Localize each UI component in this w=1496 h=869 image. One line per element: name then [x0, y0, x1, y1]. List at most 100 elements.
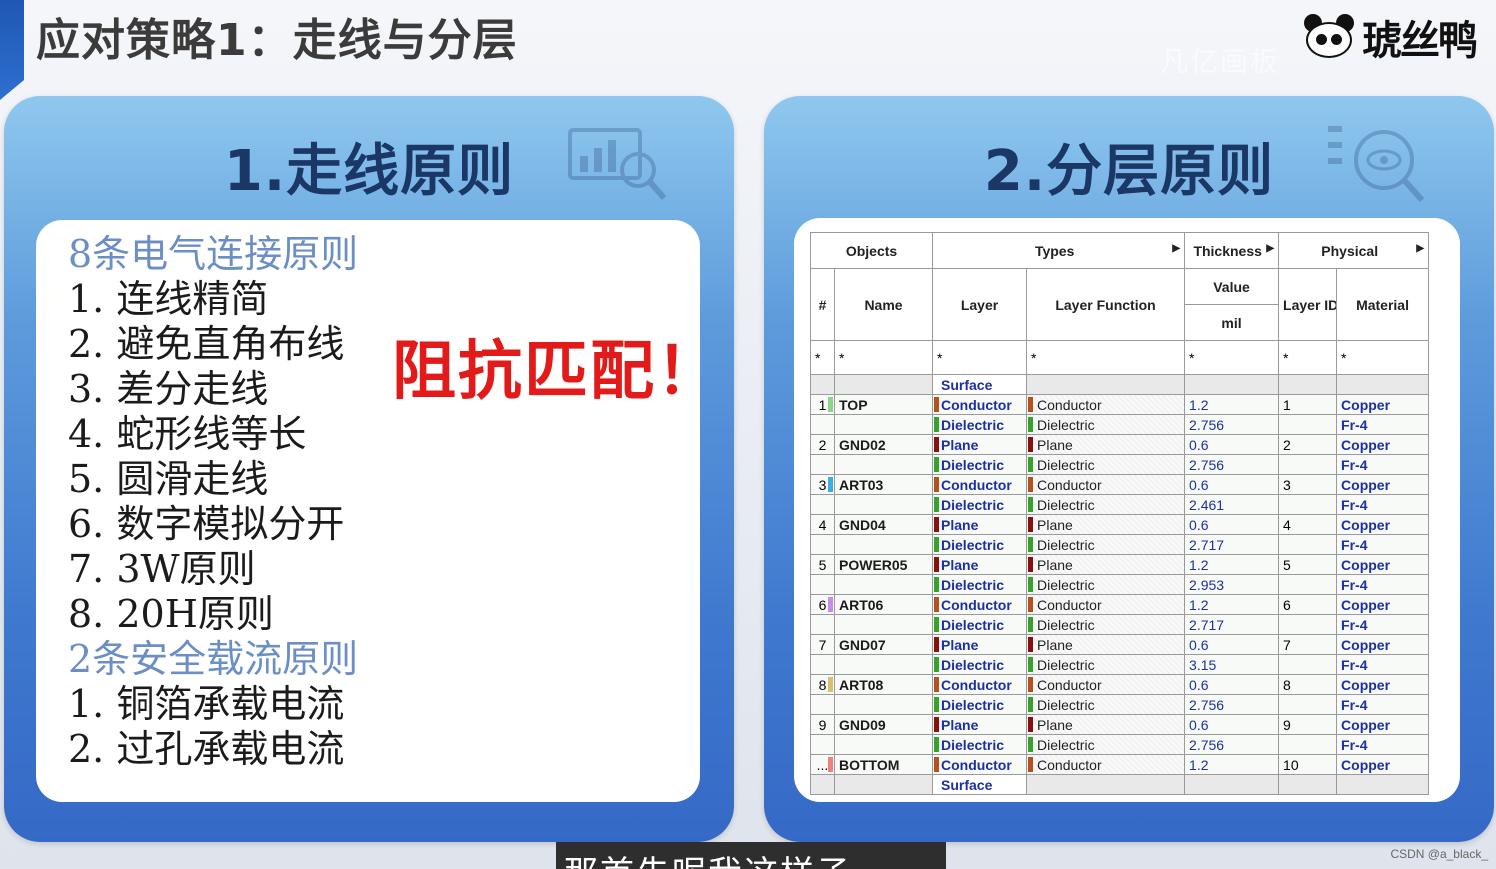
material[interactable]: Copper	[1336, 594, 1430, 615]
layer-type[interactable]: Conductor	[932, 674, 1028, 695]
thickness-value[interactable]: 1.2	[1184, 554, 1280, 575]
material[interactable]: Copper	[1336, 674, 1430, 695]
stackup-layer-row[interactable]: 1 TOP Conductor Conductor 1.2 1 Copper	[810, 394, 1430, 415]
layer-name[interactable]	[833, 574, 934, 595]
layer-name[interactable]: BOTTOM	[833, 754, 934, 775]
stackup-dielectric-row[interactable]: Dielectric Dielectric 2.756 Fr-4	[810, 454, 1430, 475]
layer-type[interactable]: Dielectric	[932, 494, 1028, 515]
stackup-dielectric-row[interactable]: Dielectric Dielectric 2.717 Fr-4	[810, 534, 1430, 555]
thickness-value[interactable]: 0.6	[1184, 674, 1280, 695]
col-header-num[interactable]: #	[810, 268, 835, 341]
layer-function[interactable]: Conductor	[1026, 754, 1186, 775]
layer-function[interactable]: Dielectric	[1026, 734, 1186, 755]
stackup-layer-row[interactable]: 6 ART06 Conductor Conductor 1.2 6 Copper	[810, 594, 1430, 615]
thickness-value[interactable]: 2.756	[1184, 694, 1280, 715]
layer-id[interactable]: 3	[1278, 474, 1338, 495]
layer-id[interactable]	[1278, 654, 1338, 675]
stackup-dielectric-row[interactable]: Dielectric Dielectric 2.461 Fr-4	[810, 494, 1430, 515]
filter-cell[interactable]: *	[833, 340, 934, 375]
layer-id[interactable]: 1	[1278, 394, 1338, 415]
material[interactable]: Fr-4	[1336, 574, 1430, 595]
layer-function[interactable]: Conductor	[1026, 674, 1186, 695]
layer-id[interactable]	[1278, 454, 1338, 475]
layer-function[interactable]: Dielectric	[1026, 414, 1186, 435]
row-number[interactable]	[810, 494, 835, 515]
stackup-dielectric-row[interactable]: Dielectric Dielectric 2.717 Fr-4	[810, 614, 1430, 635]
layer-name[interactable]: POWER05	[833, 554, 934, 575]
col-header-material[interactable]: Material	[1336, 268, 1430, 341]
row-number[interactable]	[810, 414, 835, 435]
col-header-layer-id[interactable]: Layer ID	[1278, 268, 1338, 341]
layer-function[interactable]: Conductor	[1026, 474, 1186, 495]
layer-type[interactable]: Conductor	[932, 394, 1028, 415]
material[interactable]: Copper	[1336, 634, 1430, 655]
layer-name[interactable]	[833, 614, 934, 635]
layer-function[interactable]: Plane	[1026, 634, 1186, 655]
row-number[interactable]	[810, 654, 835, 675]
group-header-physical[interactable]: Physical ▶	[1278, 232, 1430, 269]
layer-id[interactable]	[1278, 614, 1338, 635]
thickness-value[interactable]: 2.756	[1184, 454, 1280, 475]
layer-type[interactable]: Plane	[932, 434, 1028, 455]
layer-name[interactable]: GND09	[833, 714, 934, 735]
thickness-value[interactable]: 2.717	[1184, 614, 1280, 635]
layer-name[interactable]: GND02	[833, 434, 934, 455]
row-number[interactable]	[810, 574, 835, 595]
row-number[interactable]	[810, 454, 835, 475]
col-header-layer[interactable]: Layer	[932, 268, 1028, 341]
layer-name[interactable]: ART06	[833, 594, 934, 615]
layer-function[interactable]: Plane	[1026, 714, 1186, 735]
layer-type[interactable]: Plane	[932, 714, 1028, 735]
layer-id[interactable]: 8	[1278, 674, 1338, 695]
layer-name[interactable]	[833, 414, 934, 435]
layer-name[interactable]: ART08	[833, 674, 934, 695]
stackup-layer-row[interactable]: 4 GND04 Plane Plane 0.6 4 Copper	[810, 514, 1430, 535]
layer-function[interactable]: Conductor	[1026, 394, 1186, 415]
layer-type[interactable]: Dielectric	[932, 734, 1028, 755]
layer-name[interactable]	[833, 454, 934, 475]
expand-arrow-icon[interactable]: ▶	[1172, 243, 1180, 254]
layer-function[interactable]: Dielectric	[1026, 654, 1186, 675]
filter-cell[interactable]: *	[1184, 340, 1280, 375]
layer-id[interactable]: 5	[1278, 554, 1338, 575]
thickness-value[interactable]: 3.15	[1184, 654, 1280, 675]
material[interactable]: Copper	[1336, 434, 1430, 455]
layer-function[interactable]: Dielectric	[1026, 534, 1186, 555]
row-number[interactable]	[810, 534, 835, 555]
layer-id[interactable]: 9	[1278, 714, 1338, 735]
material[interactable]: Fr-4	[1336, 614, 1430, 635]
layer-type[interactable]: Dielectric	[932, 454, 1028, 475]
layer-name[interactable]: TOP	[833, 394, 934, 415]
stackup-layer-row[interactable]: 7 GND07 Plane Plane 0.6 7 Copper	[810, 634, 1430, 655]
layer-function[interactable]: Dielectric	[1026, 574, 1186, 595]
layer-function[interactable]: Dielectric	[1026, 494, 1186, 515]
layer-type[interactable]: Conductor	[932, 594, 1028, 615]
layer-type[interactable]: Conductor	[932, 754, 1028, 775]
material[interactable]: Copper	[1336, 474, 1430, 495]
thickness-value[interactable]: 0.6	[1184, 714, 1280, 735]
row-number[interactable]: 8	[810, 674, 835, 695]
material[interactable]: Copper	[1336, 554, 1430, 575]
row-number[interactable]	[810, 734, 835, 755]
thickness-value[interactable]: 0.6	[1184, 474, 1280, 495]
layer-type[interactable]: Conductor	[932, 474, 1028, 495]
stackup-dielectric-row[interactable]: Dielectric Dielectric 2.756 Fr-4	[810, 694, 1430, 715]
material[interactable]: Copper	[1336, 514, 1430, 535]
col-header-value[interactable]: Value	[1184, 268, 1280, 305]
layer-id[interactable]: 10	[1278, 754, 1338, 775]
layer-name[interactable]	[833, 694, 934, 715]
filter-cell[interactable]: *	[1278, 340, 1338, 375]
row-number[interactable]: 2	[810, 434, 835, 455]
layer-id[interactable]: 6	[1278, 594, 1338, 615]
layer-type[interactable]: Plane	[932, 554, 1028, 575]
material[interactable]: Fr-4	[1336, 734, 1430, 755]
layer-type[interactable]: Dielectric	[932, 614, 1028, 635]
layer-function[interactable]: Conductor	[1026, 594, 1186, 615]
stackup-layer-row[interactable]: 8 ART08 Conductor Conductor 0.6 8 Copper	[810, 674, 1430, 695]
stackup-dielectric-row[interactable]: Dielectric Dielectric 2.953 Fr-4	[810, 574, 1430, 595]
layer-name[interactable]	[833, 734, 934, 755]
layer-function[interactable]: Dielectric	[1026, 454, 1186, 475]
thickness-value[interactable]: 1.2	[1184, 754, 1280, 775]
layer-type[interactable]: Dielectric	[932, 694, 1028, 715]
group-header-types[interactable]: Types ▶	[932, 232, 1186, 269]
